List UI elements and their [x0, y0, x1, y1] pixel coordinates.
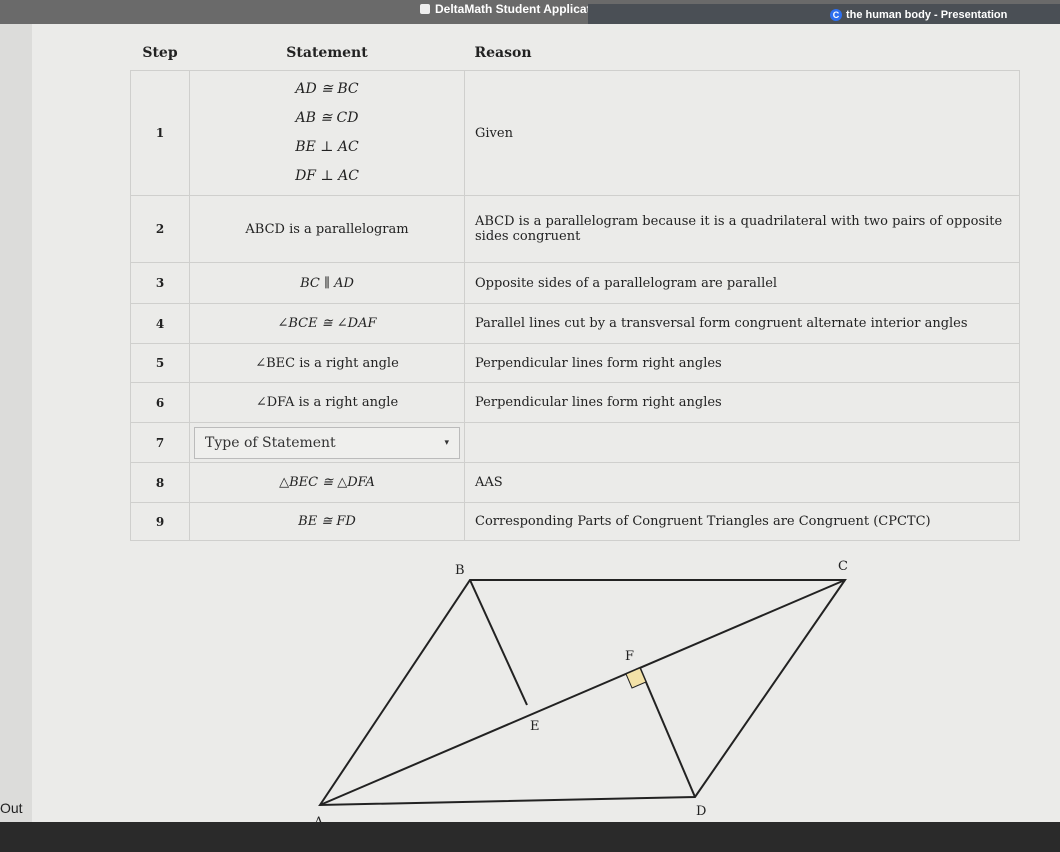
segment-df: [639, 667, 696, 798]
label-e: E: [530, 719, 540, 734]
label-f: F: [625, 649, 634, 664]
label-d: D: [696, 804, 706, 819]
right-angle-marker: [625, 667, 647, 689]
bottom-bar: [0, 822, 1060, 852]
label-c: C: [838, 559, 848, 574]
parallelogram-diagram: B C F E D A: [313, 559, 848, 830]
label-b: B: [455, 563, 465, 578]
segment-be: [469, 579, 528, 706]
